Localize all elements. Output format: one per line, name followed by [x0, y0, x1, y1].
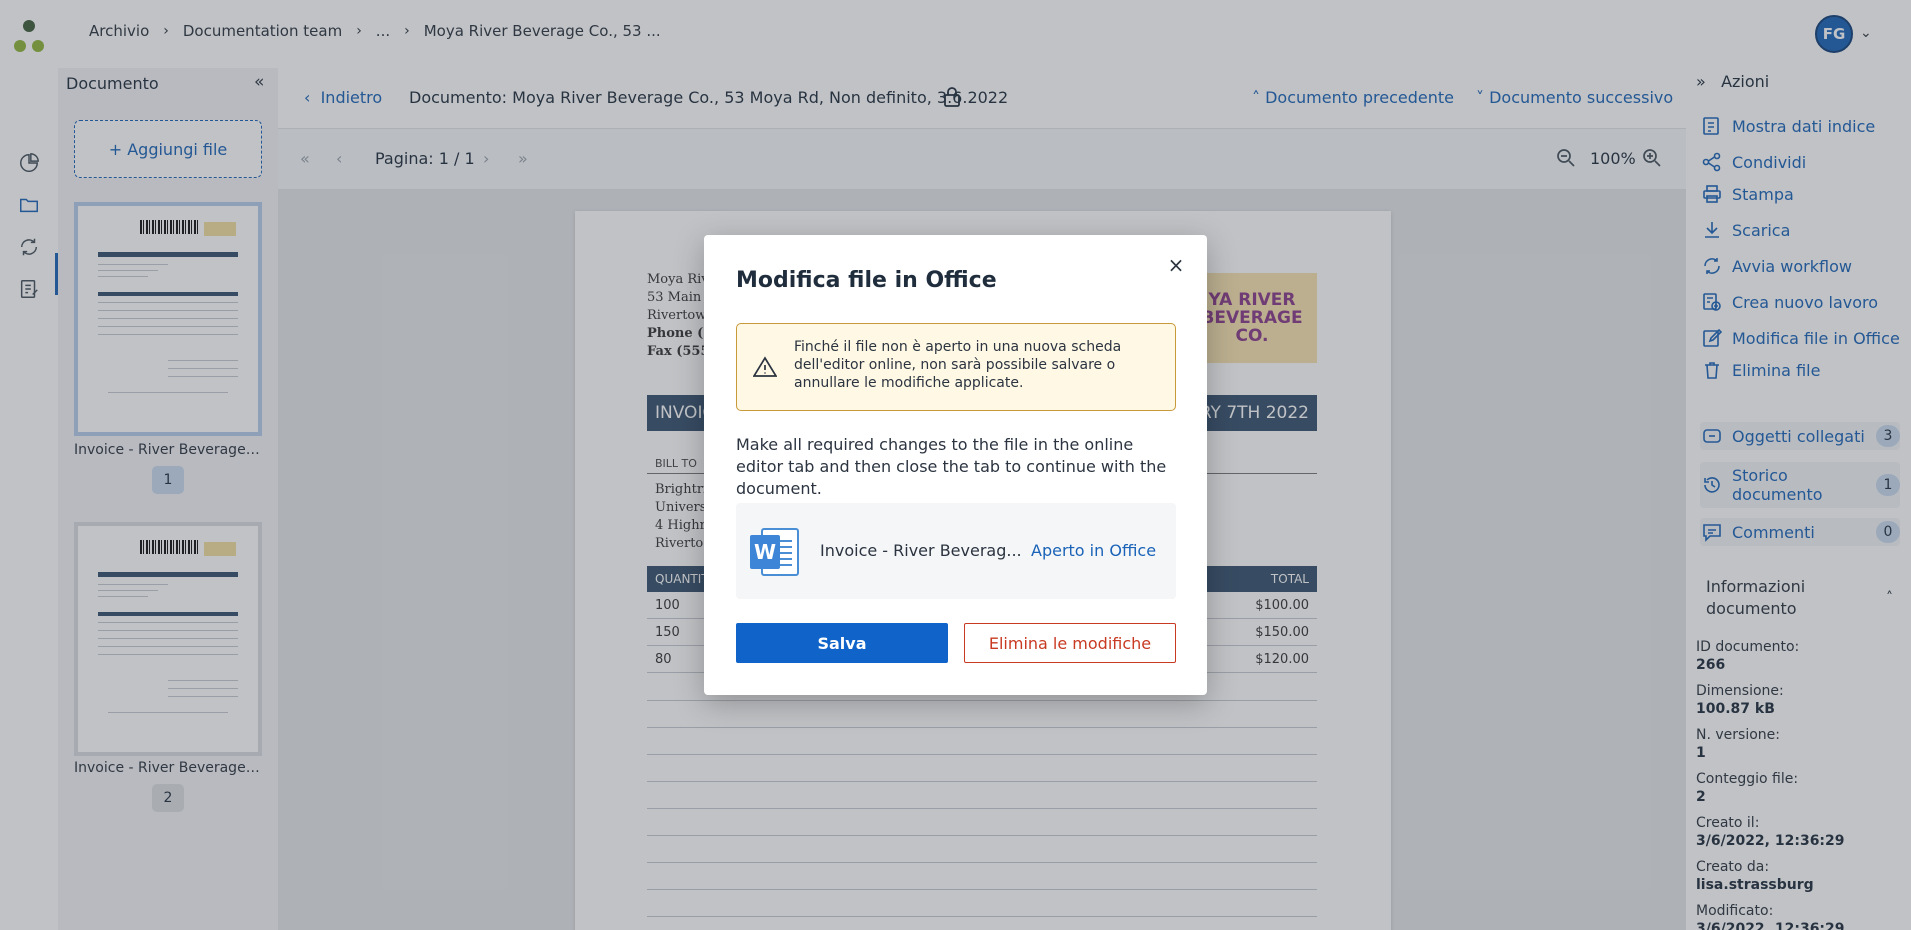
- close-icon[interactable]: ×: [1166, 253, 1186, 277]
- file-status-link[interactable]: Aperto in Office: [1031, 541, 1156, 560]
- dialog-title: Modifica file in Office: [736, 268, 997, 293]
- warning-icon: [753, 356, 777, 377]
- save-button[interactable]: Salva: [736, 623, 948, 663]
- file-name: Invoice - River Beverag...: [820, 541, 1022, 560]
- warning-text: Finché il file non è aperto in una nuova…: [794, 339, 1122, 391]
- svg-text:W: W: [754, 540, 776, 564]
- discard-changes-button[interactable]: Elimina le modifiche: [964, 623, 1176, 663]
- file-entry: W Invoice - River Beverag... Aperto in O…: [736, 503, 1176, 599]
- app-root: Archivio › Documentation team › ... › Mo…: [0, 0, 1911, 930]
- dialog-body: Make all required changes to the file in…: [736, 435, 1167, 498]
- edit-in-office-dialog: × Modifica file in Office Finché il file…: [704, 235, 1207, 695]
- word-file-icon: W: [750, 528, 799, 576]
- warning-box: Finché il file non è aperto in una nuova…: [736, 323, 1176, 411]
